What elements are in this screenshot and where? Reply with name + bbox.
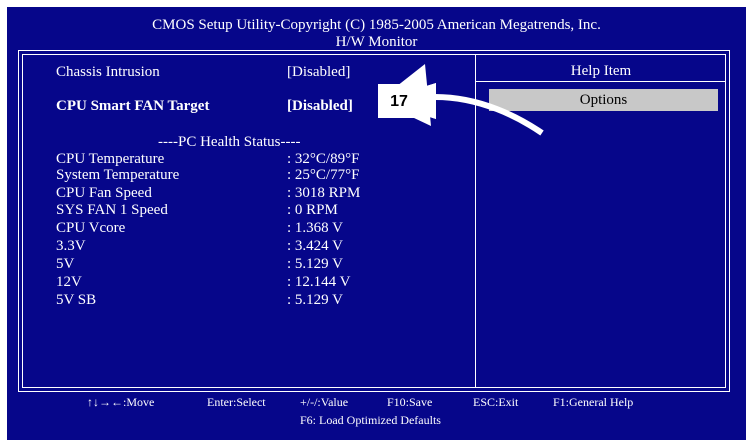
footer-save-hint: F10:Save	[387, 395, 433, 409]
callout-arrow: 17	[378, 64, 544, 136]
footer-exit-hint: ESC:Exit	[473, 395, 519, 409]
footer-move-hint: ↑↓→←:Move	[87, 395, 155, 409]
callout-arrow-curve	[431, 93, 544, 136]
footer-help-hint: F1:General Help	[553, 395, 634, 409]
callout-label: 17	[390, 93, 408, 110]
footer-enter-hint: Enter:Select	[207, 395, 266, 409]
footer-value-hint: +/-/:Value	[300, 395, 349, 409]
footer-defaults-hint: F6: Load Optimized Defaults	[300, 413, 441, 427]
